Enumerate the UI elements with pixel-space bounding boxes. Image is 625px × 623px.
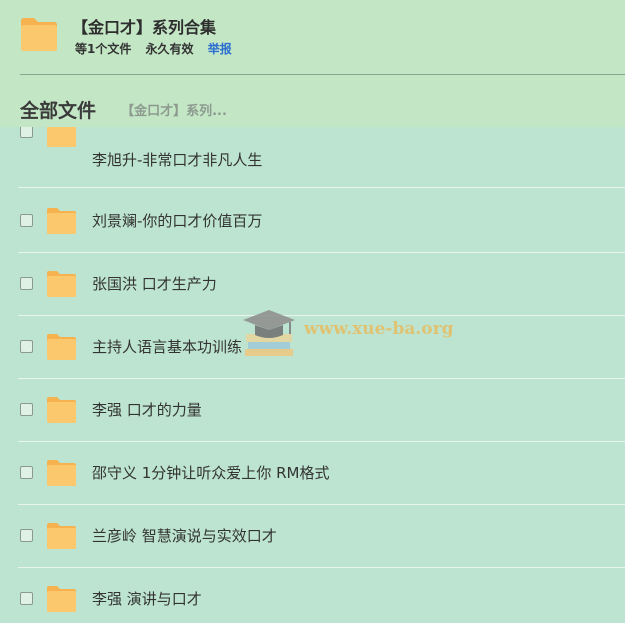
share-meta: 等1个文件 永久有效 举报	[75, 40, 242, 57]
breadcrumb-root[interactable]: 全部文件	[20, 100, 96, 122]
file-name[interactable]: 兰彦岭 智慧演说与实效口才	[92, 525, 277, 546]
file-row[interactable]: 张国洪 口才生产力	[0, 253, 625, 316]
folder-icon	[47, 271, 76, 297]
file-row[interactable]: 李强 演讲与口才	[0, 568, 625, 623]
folder-icon	[47, 523, 76, 549]
file-name[interactable]: 刘景斓-你的口才价值百万	[92, 210, 262, 231]
file-name[interactable]: 李旭升-非常口才非凡人生	[92, 149, 262, 170]
file-list: 李旭升-非常口才非凡人生 刘景斓-你的口才价值百万 张国洪 口才生产力 主持人语…	[0, 127, 625, 623]
folder-icon	[47, 397, 76, 423]
divider	[18, 187, 625, 188]
folder-icon	[47, 460, 76, 486]
share-title: 【金口才】系列合集	[72, 18, 217, 37]
breadcrumb-current: 【金口才】系列...	[121, 104, 227, 119]
file-row[interactable]: 主持人语言基本功训练	[0, 316, 625, 379]
file-name[interactable]: 主持人语言基本功训练	[92, 336, 242, 357]
row-checkbox[interactable]	[20, 592, 33, 605]
file-name[interactable]: 邵守义 1分钟让听众爱上你 RM格式	[92, 462, 329, 483]
breadcrumb: 全部文件 【金口才】系列...	[20, 96, 227, 123]
folder-icon	[47, 127, 76, 147]
folder-icon	[47, 334, 76, 360]
divider	[20, 74, 625, 75]
row-checkbox[interactable]	[20, 340, 33, 353]
file-row[interactable]: 刘景斓-你的口才价值百万	[0, 190, 625, 253]
file-row[interactable]: 兰彦岭 智慧演说与实效口才	[0, 505, 625, 568]
file-name[interactable]: 张国洪 口才生产力	[92, 273, 217, 294]
validity: 永久有效	[145, 42, 194, 56]
row-checkbox[interactable]	[20, 277, 33, 290]
file-row[interactable]: 李强 口才的力量	[0, 379, 625, 442]
folder-icon	[47, 208, 76, 234]
file-row[interactable]: 邵守义 1分钟让听众爱上你 RM格式	[0, 442, 625, 505]
row-checkbox[interactable]	[20, 529, 33, 542]
row-checkbox[interactable]	[20, 403, 33, 416]
report-link[interactable]: 举报	[208, 42, 232, 56]
row-checkbox[interactable]	[20, 466, 33, 479]
row-checkbox[interactable]	[20, 214, 33, 227]
file-name[interactable]: 李强 演讲与口才	[92, 588, 202, 609]
row-checkbox[interactable]	[20, 127, 33, 138]
folder-icon	[47, 586, 76, 612]
file-row[interactable]: 李旭升-非常口才非凡人生	[0, 127, 625, 190]
folder-icon	[21, 18, 57, 51]
file-name[interactable]: 李强 口才的力量	[92, 399, 202, 420]
file-count: 等1个文件	[75, 42, 132, 56]
